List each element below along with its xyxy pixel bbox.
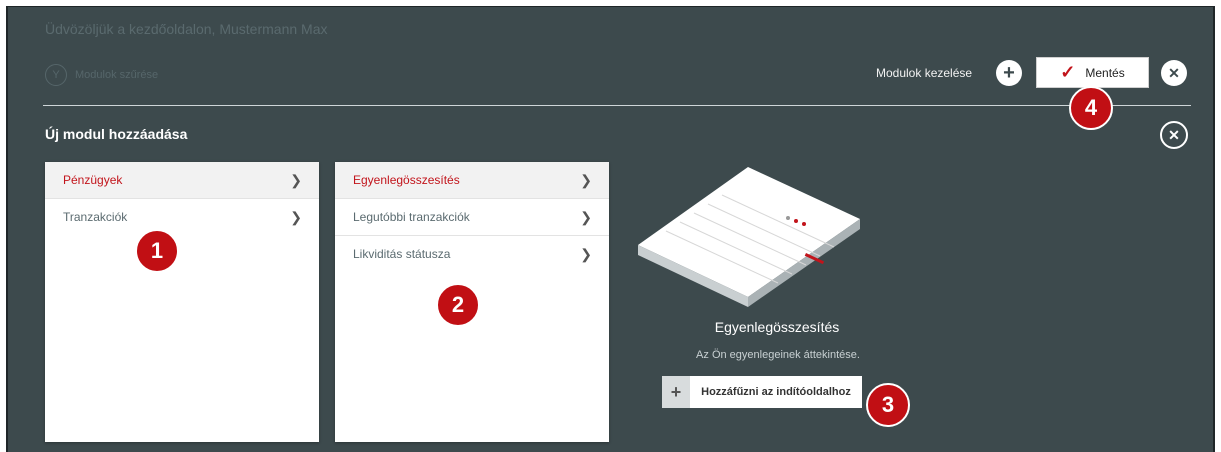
chevron-right-icon: ❯: [580, 245, 592, 262]
step-badge-1: 1: [135, 229, 179, 273]
category-item-transactions[interactable]: Tranzakciók ❯: [45, 199, 319, 235]
chevron-right-icon: ❯: [290, 208, 302, 225]
module-item-recent-transactions[interactable]: Legutóbbi tranzakciók ❯: [335, 199, 609, 236]
header-divider: [43, 105, 1191, 106]
close-icon: ✕: [1168, 64, 1180, 81]
plus-icon: +: [1003, 61, 1015, 84]
save-label: Mentés: [1085, 65, 1125, 80]
welcome-text: Üdvözöljük a kezdőoldalon, Mustermann Ma…: [45, 21, 328, 37]
close-add-module-button[interactable]: ✕: [1160, 121, 1188, 149]
add-button-label: Hozzáfűzni az indítóoldalhoz: [701, 386, 851, 398]
filter-label: Modulok szűrése: [75, 69, 159, 81]
step-badge-2: 2: [436, 283, 480, 327]
plus-icon: +: [662, 376, 690, 408]
module-preview-image: [638, 167, 860, 307]
add-module-button[interactable]: +: [996, 60, 1022, 86]
preview-title: Egyenlegösszesítés: [714, 319, 840, 335]
save-button[interactable]: ✓ Mentés: [1036, 57, 1149, 88]
module-filter[interactable]: Y Modulok szűrése: [45, 64, 158, 86]
chevron-right-icon: ❯: [580, 208, 592, 225]
category-item-finance[interactable]: Pénzügyek ❯: [45, 162, 319, 199]
dashboard-frame: Üdvözöljük a kezdőoldalon, Mustermann Ma…: [6, 6, 1215, 452]
module-item-liquidity-status[interactable]: Likviditás státusza ❯: [335, 236, 609, 272]
add-to-homepage-button[interactable]: + Hozzáfűzni az indítóoldalhoz: [662, 376, 862, 408]
checkmark-icon: ✓: [1060, 62, 1076, 82]
module-label: Egyenlegösszesítés: [353, 173, 460, 187]
module-label: Legutóbbi tranzakciók: [353, 210, 470, 224]
filter-icon: Y: [45, 64, 67, 86]
category-label: Tranzakciók: [63, 210, 128, 224]
module-item-balance-summary[interactable]: Egyenlegösszesítés ❯: [335, 162, 609, 199]
category-panel: Pénzügyek ❯ Tranzakciók ❯: [45, 162, 319, 442]
chevron-right-icon: ❯: [580, 171, 592, 188]
add-module-title: Új modul hozzáadása: [45, 126, 188, 142]
step-badge-3: 3: [866, 383, 910, 427]
close-button[interactable]: ✕: [1161, 60, 1187, 86]
preview-description: Az Ön egyenlegeinek áttekintése.: [696, 349, 860, 361]
step-badge-4: 4: [1069, 86, 1113, 130]
chevron-right-icon: ❯: [290, 171, 302, 188]
category-label: Pénzügyek: [63, 173, 123, 187]
close-icon: ✕: [1168, 126, 1180, 143]
manage-modules-label: Modulok kezelése: [876, 66, 973, 80]
module-label: Likviditás státusza: [353, 247, 451, 261]
